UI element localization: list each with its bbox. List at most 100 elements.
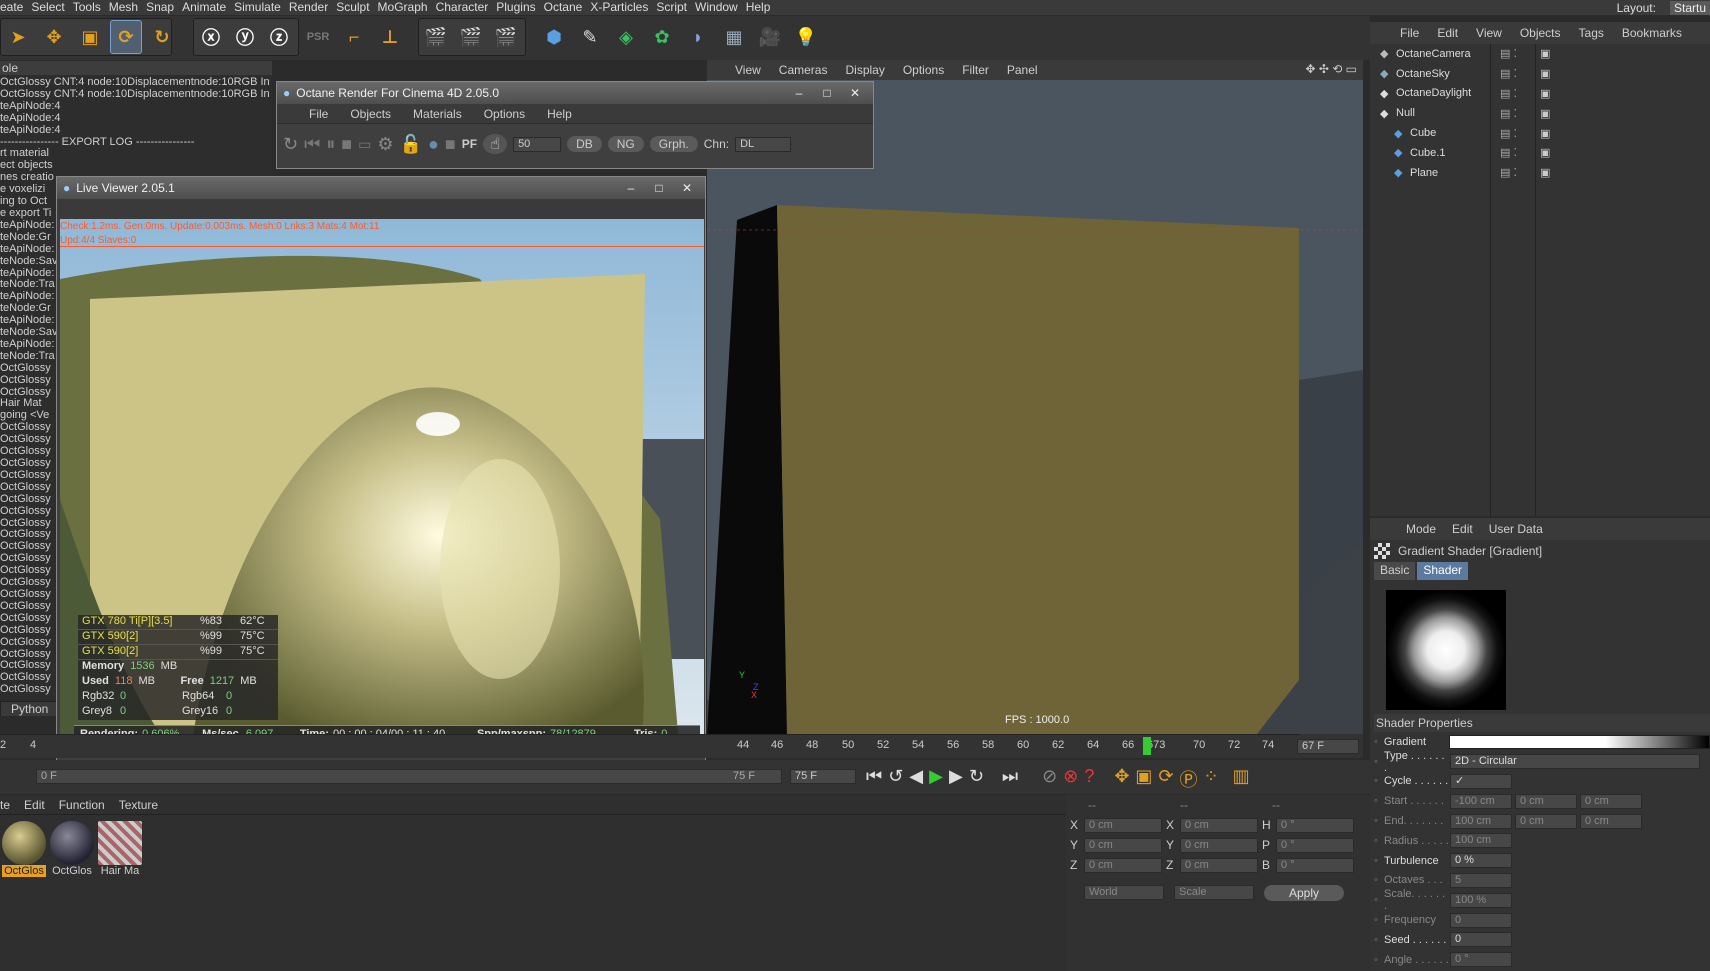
menu-item-3[interactable]: Mesh (109, 0, 146, 15)
octane-menu-item[interactable]: File (309, 107, 328, 121)
timeline-window-icon[interactable]: ▥ (1233, 766, 1250, 792)
property-value[interactable]: 5 (1450, 872, 1512, 888)
stop-icon[interactable]: ■ (341, 134, 352, 155)
property-value[interactable]: 0 (1450, 932, 1512, 948)
lv-maximize-icon[interactable]: □ (647, 179, 671, 196)
menu-item-2[interactable]: Tools (73, 0, 109, 15)
current-frame-field[interactable]: 67 F (1297, 739, 1359, 754)
viewport-menu-filter[interactable]: Filter (962, 63, 989, 77)
property-radio-icon[interactable]: ◦ (1374, 855, 1384, 867)
property-radio-icon[interactable]: ◦ (1374, 736, 1384, 748)
render-picture-viewer-icon[interactable]: 🎬 (455, 20, 487, 54)
object-row[interactable]: ◆ Plane ▤ ⁚ ▣ (1370, 163, 1710, 183)
lv-close-icon[interactable]: ✕ (675, 179, 699, 196)
menu-item-4[interactable]: Snap (146, 0, 182, 15)
octane-window-titlebar[interactable]: ● Octane Render For Cinema 4D 2.05.0 (277, 82, 873, 104)
menu-item-12[interactable]: Octane (544, 0, 591, 15)
subdivision-icon[interactable]: ◈ (610, 20, 642, 54)
attribute-menu-item[interactable]: Mode (1406, 522, 1436, 536)
rotate-tool-icon[interactable]: ⟳ (110, 20, 142, 54)
visibility-toggle-icon[interactable]: ▤ ⁚ (1500, 87, 1517, 100)
coord-field[interactable]: 0 cm (1084, 817, 1162, 833)
record-icon[interactable]: ⊘ (1042, 766, 1057, 792)
object-tag-icon[interactable]: ▣ (1540, 47, 1550, 60)
material-item[interactable]: OctGlos (50, 821, 94, 877)
close-icon[interactable]: ✕ (843, 84, 867, 101)
menu-item-0[interactable]: eate (0, 0, 31, 15)
restart-icon[interactable]: ⏮ (304, 134, 320, 155)
region-icon[interactable]: ▭ (358, 136, 371, 153)
floor-icon[interactable]: ▦ (718, 20, 750, 54)
property-value-2[interactable]: 0 cm (1515, 793, 1577, 809)
octane-menu-item[interactable]: Materials (413, 107, 462, 121)
y-axis-icon[interactable]: ⓨ (229, 20, 261, 54)
timeline-ruler[interactable]: 2 4 44 46 48 50 52 54 56 58 60 62 64 66 673 70 72 74 (0, 734, 1300, 758)
clay-icon[interactable]: ■ (445, 134, 456, 155)
property-radio-icon[interactable]: ◦ (1374, 775, 1384, 787)
menu-item-5[interactable]: Animate (182, 0, 234, 15)
property-value[interactable]: 2D - Circular (1450, 754, 1700, 770)
render-view-icon[interactable]: 🎬 (420, 20, 452, 54)
refresh-icon[interactable]: ↻ (283, 134, 298, 155)
material-menu-item[interactable]: te (0, 798, 10, 812)
object-menu-item[interactable]: Objects (1520, 26, 1561, 40)
property-radio-icon[interactable]: ◦ (1374, 815, 1384, 827)
material-item[interactable]: Hair Ma (98, 821, 142, 877)
gradient-bar[interactable] (1449, 734, 1710, 749)
menu-item-14[interactable]: Script (656, 0, 695, 15)
visibility-toggle-icon[interactable]: ▤ ⁚ (1500, 166, 1517, 179)
coord-field[interactable]: 0 cm (1180, 817, 1258, 833)
prev-frame-icon[interactable]: ◀ (909, 766, 923, 792)
viewport-menu-view[interactable]: View (735, 63, 761, 77)
menu-item-16[interactable]: Help (746, 0, 779, 15)
recent-tool-icon[interactable]: ↻ (146, 20, 178, 54)
property-radio-icon[interactable]: ◦ (1374, 835, 1384, 847)
tab-basic[interactable]: Basic (1374, 562, 1416, 580)
visibility-toggle-icon[interactable]: ▤ ⁚ (1500, 107, 1517, 120)
goto-start-icon[interactable]: ⏮ (866, 766, 882, 792)
object-menu-item[interactable]: Bookmarks (1622, 26, 1682, 40)
timeline[interactable]: 2 4 44 46 48 50 52 54 56 58 60 62 64 66 673 70 72 74 67 F (0, 734, 1363, 758)
next-key-icon[interactable]: ↻ (969, 766, 984, 792)
object-tag-icon[interactable]: ▣ (1540, 67, 1550, 80)
key-parameter-icon[interactable]: Ⓟ (1180, 766, 1198, 792)
layout-selector[interactable]: Layout: Startu (1617, 0, 1710, 15)
coord-field[interactable]: 0 cm (1084, 837, 1162, 853)
coord-scale-select[interactable]: Scale (1174, 885, 1254, 900)
property-radio-icon[interactable]: ◦ (1374, 756, 1384, 768)
z-axis-icon[interactable]: ⓩ (263, 20, 295, 54)
object-row[interactable]: ◆ OctaneCamera ▤ ⁚ ▣ (1370, 44, 1710, 64)
autokey-icon[interactable]: ⊗ (1063, 766, 1078, 792)
visibility-toggle-icon[interactable]: ▤ ⁚ (1500, 47, 1517, 60)
property-value[interactable]: -100 cm (1450, 793, 1512, 809)
property-value[interactable]: 0 (1450, 912, 1512, 928)
property-value[interactable]: ✓ (1450, 773, 1512, 789)
play-icon[interactable]: ▶ (929, 766, 943, 792)
property-radio-icon[interactable]: ◦ (1374, 954, 1384, 966)
db-button[interactable]: DB (567, 136, 602, 152)
goto-end-icon[interactable]: ⏭ (1002, 766, 1018, 792)
keyframe-selection-icon[interactable]: ? (1084, 766, 1094, 792)
render-settings-icon[interactable]: 🎬 (490, 20, 522, 54)
visibility-toggle-icon[interactable]: ▤ ⁚ (1500, 146, 1517, 159)
property-value[interactable]: 100 cm (1450, 813, 1512, 829)
minimize-icon[interactable]: – (787, 84, 811, 101)
object-tag-icon[interactable]: ▣ (1540, 166, 1550, 179)
coord-field[interactable]: 0 cm (1180, 857, 1258, 873)
property-value-3[interactable]: 0 cm (1580, 813, 1642, 829)
layout-value[interactable]: Startu (1669, 0, 1710, 15)
object-menu-item[interactable]: Edit (1437, 26, 1458, 40)
octane-menu-item[interactable]: Objects (350, 107, 391, 121)
timeline-playhead[interactable] (1143, 737, 1151, 755)
select-tool-icon[interactable]: ➤ (2, 20, 34, 54)
ng-button[interactable]: NG (607, 136, 644, 152)
light-icon[interactable]: 💡 (790, 20, 822, 54)
material-menu-item[interactable]: Edit (24, 798, 45, 812)
coord-field[interactable]: 0 ° (1276, 817, 1354, 833)
coord-field[interactable]: 0 ° (1276, 857, 1354, 873)
coord-field[interactable]: 0 cm (1084, 857, 1162, 873)
property-value-2[interactable]: 0 cm (1515, 813, 1577, 829)
material-item[interactable]: OctGlos (2, 821, 46, 877)
object-row[interactable]: ◆ Null ▤ ⁚ ▣ (1370, 103, 1710, 123)
object-row[interactable]: ◆ Cube.1 ▤ ⁚ ▣ (1370, 143, 1710, 163)
